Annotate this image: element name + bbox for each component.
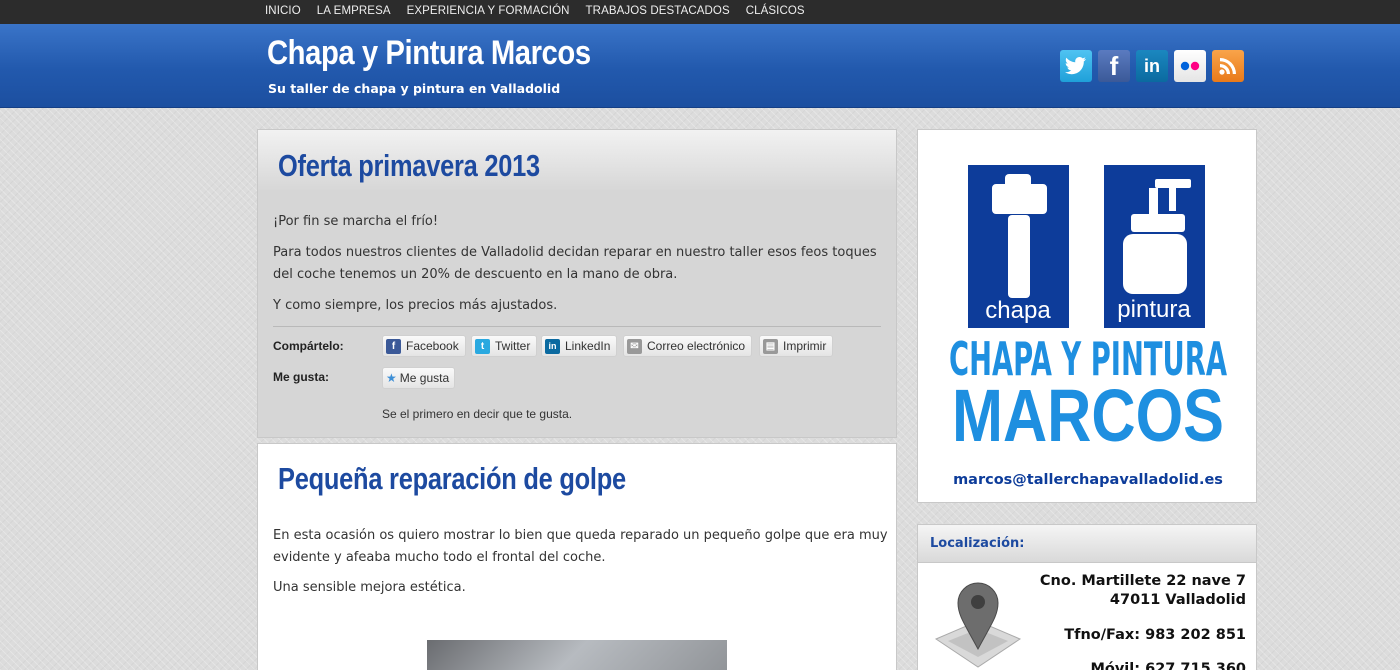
nav-item-clasicos[interactable]: CLÁSICOS bbox=[746, 0, 805, 23]
post-oferta-primavera: Oferta primavera 2013 ¡Por fin se marcha… bbox=[257, 129, 897, 438]
share-linkedin-button[interactable]: in LinkedIn bbox=[541, 335, 618, 357]
location-header: Localización: bbox=[918, 525, 1256, 563]
like-note: Se el primero en decir que te gusta. bbox=[382, 407, 573, 421]
share-facebook-button[interactable]: f Facebook bbox=[382, 335, 466, 357]
nav-item-la-empresa[interactable]: LA EMPRESA bbox=[317, 0, 391, 23]
location-title: Localización: bbox=[930, 536, 1025, 551]
post-paragraph: ¡Por fin se marcha el frío! bbox=[273, 214, 439, 229]
like-button[interactable]: ★ Me gusta bbox=[382, 367, 456, 389]
nav-item-trabajos[interactable]: TRABAJOS DESTACADOS bbox=[586, 0, 730, 23]
share-print-button[interactable]: ▤ Imprimir bbox=[759, 335, 834, 357]
like-button-label: Me gusta bbox=[399, 371, 450, 385]
print-icon: ▤ bbox=[763, 338, 778, 354]
twitter-icon[interactable] bbox=[1060, 50, 1092, 82]
logo-line2: MARCOS bbox=[952, 374, 1224, 457]
post-paragraph: Una sensible mejora estética. bbox=[273, 580, 466, 595]
logo-left-label: chapa bbox=[985, 297, 1051, 324]
star-icon: ★ bbox=[386, 371, 397, 385]
site-title[interactable]: Chapa y Pintura Marcos bbox=[267, 34, 591, 73]
share-button-label: Imprimir bbox=[783, 339, 827, 353]
nav-item-experiencia[interactable]: EXPERIENCIA Y FORMACIÓN bbox=[407, 0, 570, 23]
twitter-icon: t bbox=[475, 338, 490, 354]
top-nav: INICIO LA EMPRESA EXPERIENCIA Y FORMACIÓ… bbox=[0, 0, 1400, 24]
facebook-icon: f bbox=[386, 338, 401, 354]
social-icons: f in bbox=[1060, 50, 1250, 82]
share-label: Compártelo: bbox=[273, 339, 344, 353]
location-address2: 47011 Valladolid bbox=[1109, 592, 1246, 608]
logo-widget: chapa pintura CHAPA Y PINTURA MARCOS mar… bbox=[917, 129, 1257, 503]
site-header: Chapa y Pintura Marcos Su taller de chap… bbox=[0, 24, 1400, 108]
linkedin-icon[interactable]: in bbox=[1136, 50, 1168, 82]
location-widget: Localización: Cno. Martillete 22 nave 7 … bbox=[917, 524, 1257, 670]
logo-email[interactable]: marcos@tallerchapavalladolid.es bbox=[953, 472, 1223, 488]
location-mobile: Móvil: 627 715 360 bbox=[1090, 661, 1246, 670]
share-email-button[interactable]: ✉ Correo electrónico bbox=[623, 335, 753, 357]
divider bbox=[273, 326, 881, 327]
logo-right-label: pintura bbox=[1117, 296, 1191, 323]
company-logo[interactable]: chapa pintura CHAPA Y PINTURA MARCOS mar… bbox=[918, 130, 1256, 502]
post-title[interactable]: Oferta primavera 2013 bbox=[278, 148, 540, 184]
post-paragraph: Y como siempre, los precios más ajustado… bbox=[273, 298, 558, 313]
post-paragraph: Para todos nuestros clientes de Valladol… bbox=[273, 245, 877, 282]
map-pin-icon bbox=[934, 582, 1022, 668]
facebook-icon[interactable]: f bbox=[1098, 50, 1130, 82]
nav-item-inicio[interactable]: INICIO bbox=[265, 0, 301, 23]
linkedin-icon: in bbox=[545, 338, 560, 354]
share-button-label: Twitter bbox=[495, 339, 531, 353]
location-phone: Tfno/Fax: 983 202 851 bbox=[1064, 627, 1246, 643]
share-button-label: LinkedIn bbox=[565, 339, 611, 353]
email-icon: ✉ bbox=[627, 338, 642, 354]
post-pequena-reparacion: Pequeña reparación de golpe En esta ocas… bbox=[257, 443, 897, 670]
share-button-label: Correo electrónico bbox=[647, 339, 746, 353]
share-button-label: Facebook bbox=[406, 339, 459, 353]
location-address1: Cno. Martillete 22 nave 7 bbox=[1039, 573, 1246, 589]
post-image[interactable] bbox=[427, 640, 727, 670]
rss-icon[interactable] bbox=[1212, 50, 1244, 82]
like-label: Me gusta: bbox=[273, 370, 330, 384]
site-tagline: Su taller de chapa y pintura en Valladol… bbox=[268, 81, 561, 96]
post-paragraph: En esta ocasión os quiero mostrar lo bie… bbox=[273, 528, 888, 565]
flickr-icon[interactable] bbox=[1174, 50, 1206, 82]
share-twitter-button[interactable]: t Twitter bbox=[471, 335, 538, 357]
post-title[interactable]: Pequeña reparación de golpe bbox=[278, 461, 626, 497]
